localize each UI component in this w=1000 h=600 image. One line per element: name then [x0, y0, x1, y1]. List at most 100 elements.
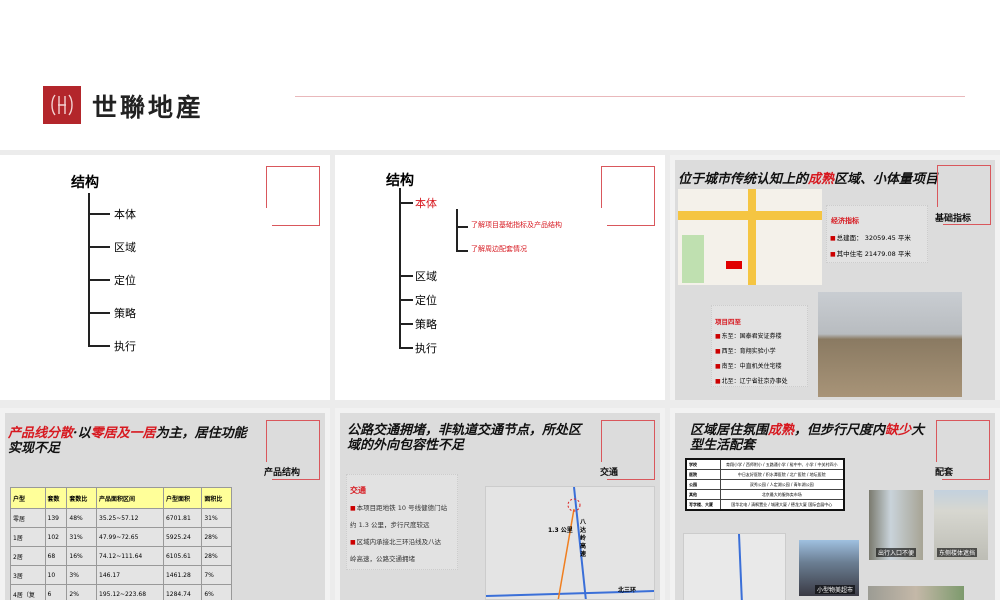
table-cell: 1居: [10, 527, 46, 547]
table-row: 4居（复 6 2% 195.12~223.68 1284.74 6%: [10, 584, 232, 600]
slide-title: 区域居住氛围成熟，但步行尺度内缺少大 型生活配套: [690, 423, 924, 453]
table-cell: 2%: [66, 584, 98, 600]
column-header: 户型: [10, 487, 46, 509]
tree-item: 本体: [114, 208, 136, 221]
table-row: 其他 北京最大的服饰卖市场: [685, 489, 845, 500]
slide-title: 公路交通拥堵，非轨道交通节点，所处区 域的外向包容性不足: [347, 423, 581, 453]
table-cell: 3%: [66, 565, 98, 585]
table-cell: 1284.74: [162, 584, 203, 600]
table-cell: 10: [44, 565, 68, 585]
table-cell: 零居: [10, 508, 46, 528]
tree-item: 策略: [114, 307, 136, 320]
traffic-map: 1.3 公里 八达岭高速 北三环: [485, 486, 655, 600]
title-highlight: 成熟: [768, 423, 795, 438]
photo-caption: 出行入口不便: [876, 548, 917, 557]
tree-branch: [399, 323, 413, 325]
tree-item: 区域: [415, 270, 437, 283]
photo-caption: 小型物美超市: [815, 585, 856, 594]
table-cell: 6%: [201, 584, 232, 600]
table-cell: 其他: [685, 489, 721, 500]
map-label: 1.3 公里: [548, 527, 573, 534]
title-part: 为主，居住功能: [155, 426, 247, 441]
table-cell: 3居: [10, 565, 46, 585]
table-cell: 6701.81: [162, 508, 203, 528]
box-heading: 交通: [350, 486, 366, 495]
table-cell: 2居: [10, 546, 46, 566]
tree-branch: [88, 345, 110, 347]
supermarket-photo: 小型物美超市: [799, 540, 859, 596]
title-part: 域的外向包容性不足: [347, 438, 465, 453]
building-photo: 东侧楼体遮挡: [934, 490, 988, 560]
logo-text: 世聯地産: [92, 93, 205, 122]
title-part: 位于城市传统认知上的: [678, 172, 809, 187]
slide-thumbnail-1[interactable]: 结构 本体 区域 定位 策略 执行: [0, 155, 330, 400]
bound-line: 南至：中直机关住宅楼: [715, 361, 782, 370]
slide-thumbnail-2[interactable]: 结构 本体 了解项目基础指标及产品结构 了解周边配套情况 区域 定位 策略 执行: [335, 155, 665, 400]
traffic-line: 岭高速，公路交通拥堵: [350, 555, 415, 563]
traffic-line: 本项目距地铁 10 号线健德门站: [350, 501, 447, 516]
slide-title: 结构: [71, 175, 99, 191]
tree-item: 定位: [114, 274, 136, 287]
subtree-line: [456, 209, 458, 251]
photo-caption: 东侧楼体遮挡: [937, 548, 978, 557]
table-cell: 47.99~72.65: [96, 527, 164, 547]
box-heading: 项目四至: [715, 318, 741, 326]
slide-thumbnail-6[interactable]: 区域居住氛围成熟，但步行尺度内缺少大 型生活配套 配套 学校 育翔小学 / 西师附小…: [670, 408, 1000, 600]
tree-branch: [456, 250, 468, 252]
table-cell: 146.17: [96, 565, 164, 585]
title-part: 实现不足: [8, 441, 61, 456]
table-row: 学校 育翔小学 / 西师附小 / 五路通小学 / 裕中中、小学 / 中关村四小: [685, 458, 845, 470]
tree-item: 区域: [114, 241, 136, 254]
title-highlight: 产品线分散: [8, 426, 74, 441]
table-header: 户型 套数 套数比 产品面积区间 户型面积 面积比: [10, 487, 232, 509]
slide-thumbnail-3[interactable]: 位于城市传统认知上的成熟区域、小体量项目 基础指标 经济指标 总建面： 3205…: [670, 155, 1000, 400]
tree-item: 策略: [415, 318, 437, 331]
logo-icon: [43, 86, 81, 124]
bound-line: 东至：国泰君安证券楼: [715, 331, 782, 340]
table-cell: 国华北电 / 清枫置业 / 城建大厦 / 德龙大厦 国际会展中心: [719, 499, 845, 511]
title-part: 公路交通拥堵，非轨道交通节点，所处区: [347, 423, 582, 438]
table-cell: 68: [44, 546, 68, 566]
table-row: 1居 102 31% 47.99~72.65 5925.24 28%: [10, 527, 232, 547]
tree-branch: [456, 226, 468, 228]
tree-branch: [399, 202, 413, 204]
tree-branch: [399, 299, 413, 301]
title-highlight: 成熟: [808, 172, 835, 187]
title-part: 区域居住氛围: [690, 423, 769, 438]
table-cell: 1461.28: [162, 565, 203, 585]
table-cell: 31%: [66, 527, 98, 547]
slide-title: 位于城市传统认知上的成熟区域、小体量项目: [678, 172, 938, 187]
slide-title: 产品线分散·以零居及一居为主，居住功能 实现不足: [8, 426, 247, 456]
slide-thumbnail-5[interactable]: 公路交通拥堵，非轨道交通节点，所处区域的外向包容性不足 交通 交通 本项目距地铁…: [335, 408, 665, 600]
section-label: 基础指标: [935, 214, 972, 224]
table-cell: 中日友好医院 / 积水潭医院 / 北广医院 / 地坛医院: [719, 469, 845, 480]
economic-indicators-box: 经济指标 总建面： 32059.45 平米 其中住宅 21479.08 平米: [826, 205, 928, 263]
column-header: 套数比: [66, 487, 98, 509]
tree-branch: [399, 347, 413, 349]
table-cell: 16%: [66, 546, 98, 566]
street-photo: [868, 586, 964, 600]
sub-item: 了解周边配套情况: [471, 245, 527, 253]
slide-thumbnail-4[interactable]: 产品线分散·以零居及一居为主，居住功能 实现不足 产品结构 户型 套数 套数比 产品面积…: [0, 408, 330, 600]
tree-item: 执行: [114, 340, 136, 353]
table-row: 零居 139 48% 35.25~57.12 6701.81 31%: [10, 508, 232, 528]
table-cell: 7%: [201, 565, 232, 585]
site-photo: [818, 292, 962, 397]
tree-branch: [88, 213, 110, 215]
area-map: [683, 533, 786, 600]
table-row: 3居 10 3% 146.17 1461.28 7%: [10, 565, 232, 585]
tree-branch: [88, 279, 110, 281]
table-cell: 育翔小学 / 西师附小 / 五路通小学 / 裕中中、小学 / 中关村四小: [719, 458, 845, 470]
table-cell: 28%: [201, 546, 232, 566]
table-cell: 28%: [201, 527, 232, 547]
amenity-table: 学校 育翔小学 / 西师附小 / 五路通小学 / 裕中中、小学 / 中关村四小 医院…: [685, 458, 845, 511]
table-row: 医院 中日友好医院 / 积水潭医院 / 北广医院 / 地坛医院: [685, 469, 845, 480]
title-part: 区域、小体量项目: [834, 172, 939, 187]
section-label: 配套: [935, 468, 954, 478]
table-cell: 102: [44, 527, 68, 547]
project-bounds-box: 项目四至 东至：国泰君安证券楼 西至：育翔实验小学 南至：中直机关住宅楼 北至：…: [711, 305, 808, 387]
table-cell: 公园: [685, 479, 721, 490]
tree-branch: [399, 275, 413, 277]
table-row: 2居 68 16% 74.12~111.64 6105.61 28%: [10, 546, 232, 566]
slide-title: 结构: [386, 173, 414, 189]
